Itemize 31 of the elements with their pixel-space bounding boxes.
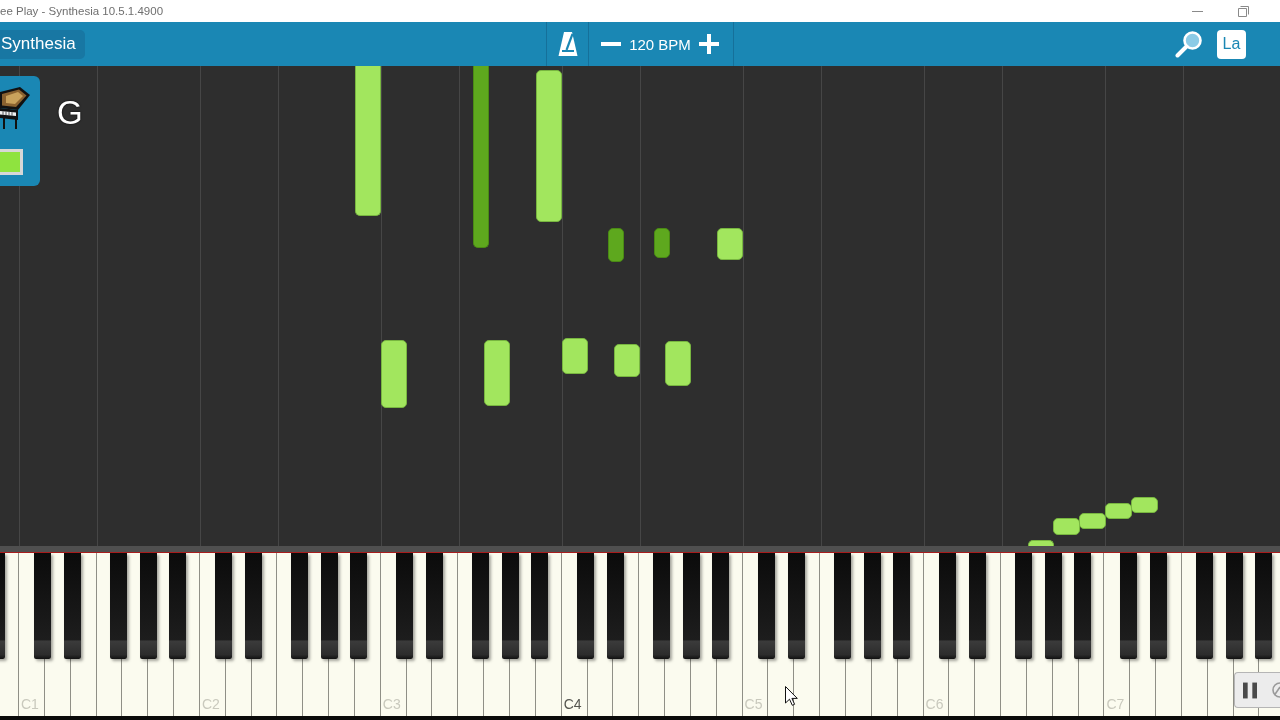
home-button[interactable]: Synthesia	[0, 29, 85, 59]
side-label: G	[57, 96, 83, 129]
mouse-cursor-icon	[785, 686, 798, 706]
restore-icon	[1237, 5, 1249, 17]
note-block	[1105, 503, 1132, 519]
pause-icon	[1243, 681, 1257, 699]
window-title: ee Play - Synthesia 10.5.1.4900	[0, 5, 164, 17]
search-icon	[1175, 30, 1203, 58]
note-block	[608, 228, 624, 262]
track-card[interactable]	[0, 76, 40, 186]
note-block	[665, 341, 691, 386]
minimize-icon	[1191, 10, 1203, 12]
note-block	[614, 344, 640, 377]
note-block	[484, 340, 510, 406]
plus-icon	[698, 34, 719, 54]
color-swatch-icon	[0, 149, 23, 175]
note-block	[1079, 513, 1106, 529]
pause-button[interactable]	[1234, 672, 1280, 708]
search-button[interactable]	[1173, 28, 1205, 60]
grand-piano-icon	[0, 86, 30, 130]
octave-label: C4	[563, 697, 582, 711]
minus-icon	[601, 42, 622, 46]
note-block	[1053, 518, 1080, 535]
tempo-readout: 120 BPM	[629, 35, 691, 53]
note-block	[1131, 497, 1158, 513]
note-block	[381, 340, 407, 408]
metronome-icon	[557, 31, 578, 57]
labels-button[interactable]: La	[1217, 29, 1246, 59]
note-block	[717, 228, 743, 260]
note-block	[654, 228, 670, 258]
note-block	[562, 338, 588, 374]
